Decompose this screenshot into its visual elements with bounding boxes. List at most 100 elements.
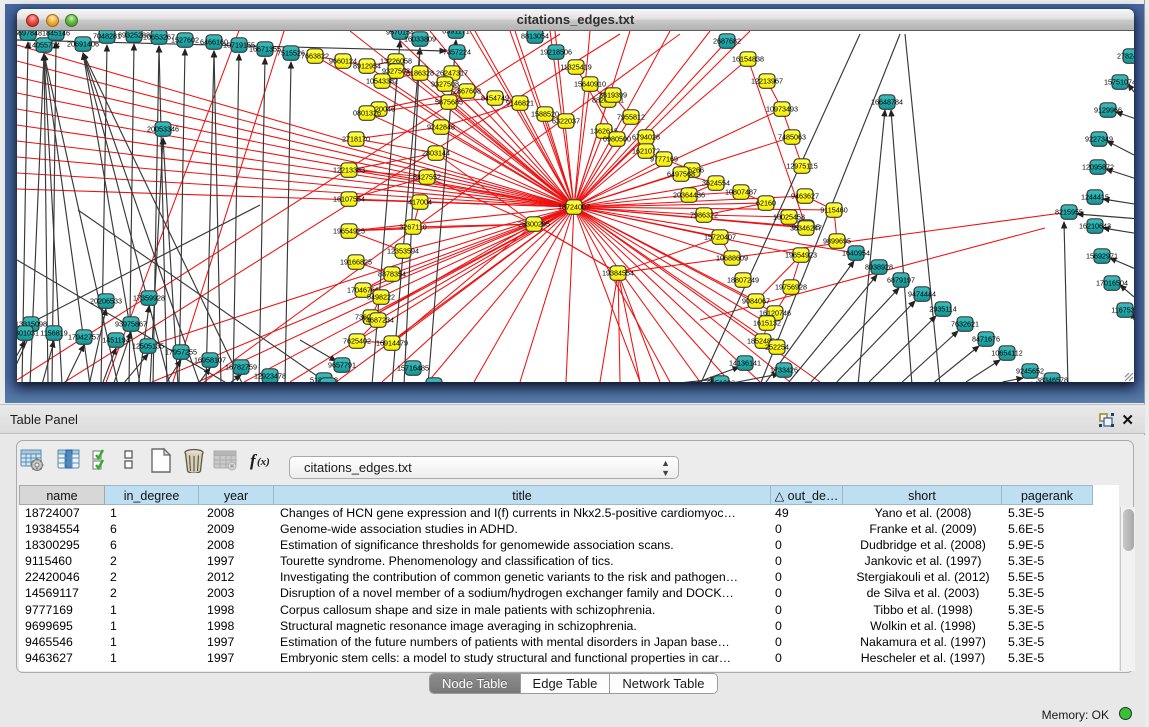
svg-text:8813054: 8813054 [521, 32, 549, 41]
svg-text:1733426: 1733426 [770, 366, 798, 375]
svg-text:15640910: 15640910 [574, 80, 606, 89]
svg-text:1451194: 1451194 [102, 336, 129, 345]
svg-text:19654925: 19654925 [333, 227, 365, 236]
svg-text:7632621: 7632621 [951, 320, 979, 329]
svg-text:10807487: 10807487 [725, 188, 757, 197]
svg-text:10973493: 10973493 [766, 105, 798, 114]
svg-text:9899695: 9899695 [823, 237, 851, 246]
svg-text:9657791: 9657791 [328, 361, 356, 370]
svg-text:20364436: 20364436 [673, 191, 705, 200]
svg-text:1156819: 1156819 [40, 329, 67, 338]
svg-text:12975115: 12975115 [786, 162, 817, 171]
svg-text:9245652: 9245652 [1016, 367, 1044, 376]
svg-text:8471676: 8471676 [972, 335, 1000, 344]
svg-text:38346578: 38346578 [1036, 376, 1068, 383]
svg-text:20206533: 20206533 [90, 297, 122, 306]
svg-text:9463627: 9463627 [791, 192, 819, 201]
svg-text:15692971: 15692971 [1086, 252, 1118, 261]
svg-text:7955812: 7955812 [617, 113, 645, 122]
svg-text:7986322: 7986322 [690, 211, 718, 220]
svg-text:11325419: 11325419 [560, 63, 591, 72]
svg-text:19756928: 19756928 [775, 283, 807, 292]
svg-text:14136141: 14136141 [729, 359, 761, 368]
svg-text:2718170: 2718170 [342, 135, 370, 144]
svg-text:3267110: 3267110 [399, 223, 426, 232]
svg-text:16958107: 16958107 [194, 356, 226, 365]
svg-text:12505135: 12505135 [132, 342, 164, 351]
svg-text:19654923: 19654923 [785, 251, 817, 260]
svg-text:1640954: 1640954 [842, 249, 870, 258]
svg-text:417004: 417004 [408, 198, 432, 207]
svg-text:8878354: 8878354 [378, 270, 406, 279]
svg-text:0801326: 0801326 [353, 109, 381, 118]
svg-text:16914479: 16914479 [376, 339, 408, 348]
svg-text:12923478: 12923478 [254, 372, 286, 381]
svg-text:16782759: 16782759 [225, 363, 257, 372]
svg-text:0651333: 0651333 [707, 379, 735, 383]
svg-text:2803144: 2803144 [422, 149, 450, 158]
svg-text:1845146: 1845146 [42, 31, 70, 38]
svg-text:1615132: 1615132 [753, 319, 781, 328]
svg-text:9115460: 9115460 [820, 206, 847, 215]
svg-text:1167531: 1167531 [1111, 306, 1134, 315]
svg-text:16107554: 16107554 [333, 195, 365, 204]
svg-text:7625402: 7625402 [343, 337, 371, 346]
svg-text:0391171: 0391171 [442, 31, 469, 36]
svg-text:6697848: 6697848 [17, 31, 42, 38]
svg-text:7357224: 7357224 [443, 48, 471, 57]
svg-text:5875685: 5875685 [435, 98, 463, 107]
svg-text:2782489: 2782489 [1117, 52, 1134, 61]
svg-text:8215955: 8215955 [1055, 208, 1083, 217]
svg-text:3624554: 3624554 [702, 179, 730, 188]
svg-text:1527602: 1527602 [171, 36, 199, 45]
svg-text:6322037: 6322037 [552, 117, 580, 126]
svg-text:1244415: 1244415 [1081, 193, 1109, 202]
svg-text:9242848: 9242848 [427, 123, 455, 132]
svg-text:9227349: 9227349 [1085, 135, 1113, 144]
svg-text:2935114: 2935114 [929, 305, 956, 314]
svg-text:9777169: 9777169 [650, 155, 678, 164]
svg-text:18724007: 18724007 [558, 203, 590, 212]
svg-text:12353594: 12353594 [387, 247, 419, 256]
svg-text:9084067: 9084067 [742, 297, 770, 306]
svg-text:93975867: 93975867 [115, 320, 147, 329]
svg-text:12213967: 12213967 [751, 77, 783, 86]
svg-text:16210643: 16210643 [1079, 222, 1111, 231]
svg-text:12213383: 12213383 [333, 166, 365, 175]
svg-text:16033809: 16033809 [404, 35, 436, 44]
svg-text:20691406: 20691406 [67, 40, 99, 49]
svg-text:19384554: 19384554 [602, 269, 634, 278]
svg-text:(x): (x) [257, 456, 270, 468]
svg-text:17359928: 17359928 [133, 294, 165, 303]
svg-text:16154838: 16154838 [732, 55, 764, 64]
svg-text:6879197: 6879197 [887, 276, 915, 285]
svg-text:8427552: 8427552 [413, 173, 441, 182]
svg-text:9973763: 9973763 [314, 381, 342, 383]
svg-text:62160: 62160 [756, 199, 776, 208]
svg-text:9301031: 9301031 [17, 329, 39, 338]
svg-text:9129966: 9129966 [1094, 106, 1122, 115]
svg-text:7485063: 7485063 [778, 133, 806, 142]
svg-text:12095872: 12095872 [1082, 163, 1114, 172]
svg-text:35346247: 35346247 [790, 224, 822, 233]
svg-text:15751074: 15751074 [1104, 78, 1134, 87]
svg-text:2867608: 2867608 [453, 87, 481, 96]
svg-text:16648784: 16648784 [871, 98, 903, 107]
svg-text:17016504: 17016504 [1096, 279, 1128, 288]
svg-text:6497568: 6497568 [667, 170, 695, 179]
svg-text:252254: 252254 [765, 343, 789, 352]
svg-text:19166825: 19166825 [340, 258, 372, 267]
svg-text:8454749: 8454749 [481, 94, 509, 103]
svg-text:26247317: 26247317 [436, 69, 468, 78]
svg-text:1656670: 1656670 [420, 381, 448, 383]
svg-text:8938928: 8938928 [865, 263, 893, 272]
svg-text:6794028: 6794028 [632, 133, 660, 142]
svg-text:18807249: 18807249 [727, 276, 759, 285]
svg-text:15720407: 15720407 [704, 233, 736, 242]
svg-text:8912954: 8912954 [353, 62, 381, 71]
svg-text:20053346: 20053346 [147, 125, 179, 134]
svg-text:3619399: 3619399 [599, 91, 627, 100]
svg-text:10543382: 10543382 [366, 77, 398, 86]
svg-text:8186328: 8186328 [406, 69, 434, 78]
svg-text:7663822: 7663822 [301, 52, 329, 61]
